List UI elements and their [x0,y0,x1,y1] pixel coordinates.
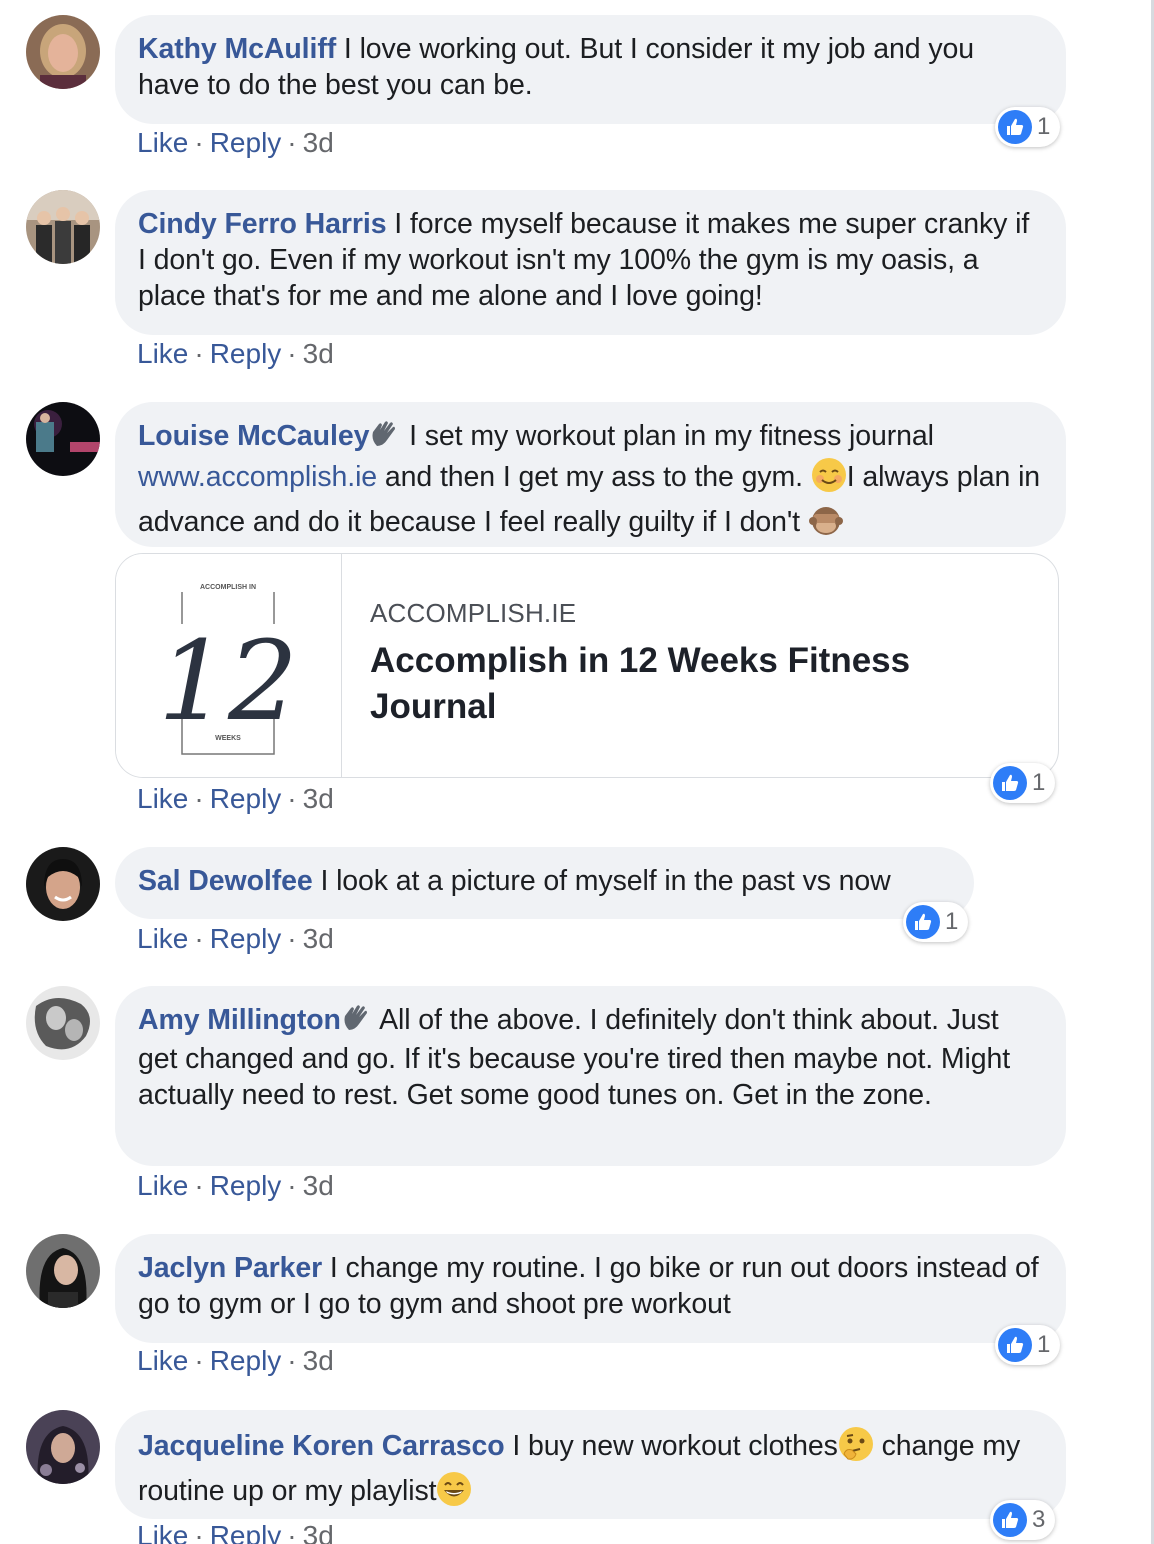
reaction-count[interactable]: 1 [990,763,1056,803]
timestamp[interactable]: 3d [303,1170,334,1201]
smiling-face-icon [811,457,847,502]
reaction-count[interactable]: 1 [995,107,1061,147]
link-preview-thumbnail: ACCOMPLISH IN 12 WEEKS [116,554,342,777]
reaction-number: 1 [1037,113,1051,140]
comment-bubble: Amy Millington All of the above. I defin… [115,986,1066,1166]
like-link[interactable]: Like [137,127,188,158]
thinking-face-icon [838,1426,874,1471]
author-name[interactable]: Amy Millington [138,1004,341,1036]
avatar[interactable] [26,1234,100,1308]
author-name[interactable]: Louise McCauley [138,420,369,452]
like-link[interactable]: Like [137,1520,188,1544]
timestamp[interactable]: 3d [303,338,334,369]
see-no-evil-monkey-icon [808,502,844,547]
like-icon [993,1503,1027,1537]
avatar[interactable] [26,15,100,89]
link-domain: ACCOMPLISH.IE [370,598,577,628]
reaction-number: 1 [1037,1331,1051,1358]
avatar[interactable] [26,190,100,264]
comment-actions: Like · Reply · 3d [137,923,334,954]
avatar[interactable] [26,402,100,476]
reply-link[interactable]: Reply [210,783,282,814]
timestamp[interactable]: 3d [303,1345,334,1376]
reaction-number: 3 [1032,1506,1046,1533]
website-link[interactable]: www.accomplish.ie [138,461,377,493]
comment-bubble: Jaclyn Parker I change my routine. I go … [115,1234,1066,1343]
comment-actions: Like · Reply · 3d [137,1520,334,1544]
like-link[interactable]: Like [137,1345,188,1376]
comments-page: Kathy McAuliff I love working out. But I… [0,0,1154,1544]
reply-link[interactable]: Reply [210,1345,282,1376]
author-name[interactable]: Kathy McAuliff [138,33,336,65]
reply-link[interactable]: Reply [210,923,282,954]
wave-hand-icon [341,1004,373,1041]
reaction-number: 1 [945,908,959,935]
comment-actions: Like · Reply · 3d [137,1345,334,1376]
reply-link[interactable]: Reply [210,1170,282,1201]
like-icon [906,905,940,939]
comment-text: I look at a picture of myself in the pas… [312,865,891,897]
comment-bubble: Jacqueline Koren Carrasco I buy new work… [115,1410,1066,1519]
timestamp[interactable]: 3d [303,1520,334,1544]
author-name[interactable]: Sal Dewolfee [138,865,313,897]
like-link[interactable]: Like [137,923,188,954]
author-name[interactable]: Jaclyn Parker [138,1252,322,1284]
reply-link[interactable]: Reply [210,1520,282,1544]
like-icon [998,110,1032,144]
author-name[interactable]: Cindy Ferro Harris [138,208,387,240]
reaction-count[interactable]: 3 [990,1500,1056,1540]
avatar[interactable] [26,1410,100,1484]
reply-link[interactable]: Reply [210,127,282,158]
avatar[interactable] [26,986,100,1060]
like-icon [993,766,1027,800]
like-link[interactable]: Like [137,338,188,369]
comment-bubble: Sal Dewolfee I look at a picture of myse… [115,847,974,919]
comment-actions: Like · Reply · 3d [137,338,334,369]
wave-hand-icon [369,420,401,457]
comment-actions: Like · Reply · 3d [137,127,334,158]
thumbnail-number: 12 [158,617,298,745]
avatar[interactable] [26,847,100,921]
reaction-count[interactable]: 1 [903,902,969,942]
comment-bubble: Cindy Ferro Harris I force myself becaus… [115,190,1066,335]
grinning-face-icon [436,1471,472,1516]
timestamp[interactable]: 3d [303,923,334,954]
reaction-number: 1 [1032,769,1046,796]
like-link[interactable]: Like [137,783,188,814]
reaction-count[interactable]: 1 [995,1325,1061,1365]
link-title[interactable]: Accomplish in 12 Weeks Fitness Journal [370,638,1010,730]
reply-link[interactable]: Reply [210,338,282,369]
comment-actions: Like · Reply · 3d [137,1170,334,1201]
thumbnail-bottom-text: WEEKS [215,735,241,742]
like-icon [998,1328,1032,1362]
comment-actions: Like · Reply · 3d [137,783,334,814]
comment-bubble: Kathy McAuliff I love working out. But I… [115,15,1066,124]
comment-text: I set my workout plan in my fitness jour… [401,420,934,452]
timestamp[interactable]: 3d [303,783,334,814]
author-name[interactable]: Jacqueline Koren Carrasco [138,1430,505,1462]
comment-bubble: Louise McCauley I set my workout plan in… [115,402,1066,547]
thumbnail-top-text: ACCOMPLISH IN [200,584,256,591]
comment-text: and then I get my ass to the gym. [377,461,811,493]
link-preview-card[interactable]: ACCOMPLISH IN 12 WEEKS ACCOMPLISH.IE Acc… [115,553,1059,778]
like-link[interactable]: Like [137,1170,188,1201]
timestamp[interactable]: 3d [303,127,334,158]
comment-text: I buy new workout clothes [504,1430,838,1462]
